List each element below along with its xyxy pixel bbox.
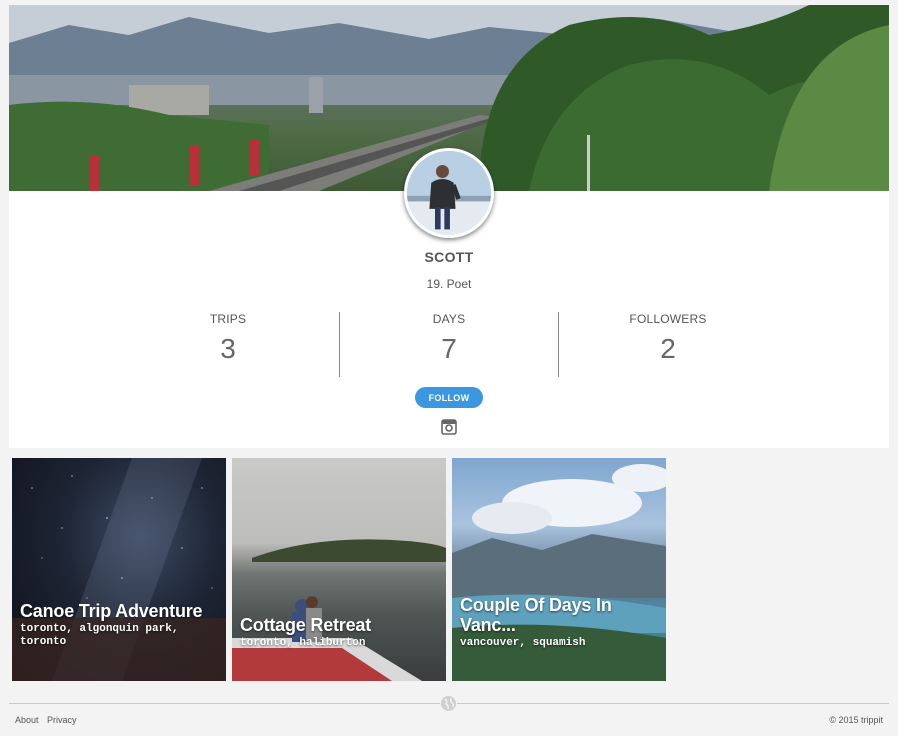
trip-card[interactable]: Couple Of Days In Vanc... vancouver, squ…: [452, 458, 666, 681]
stat-trips[interactable]: TRIPS 3: [119, 312, 337, 378]
profile-bio: 19. Poet: [426, 277, 472, 291]
trip-title: Cottage Retreat: [240, 615, 372, 635]
stat-followers-label: FOLLOWERS: [629, 312, 707, 326]
stat-days-value: 7: [441, 333, 457, 364]
profile-name: SCOTT: [424, 249, 474, 265]
trip-title: Canoe Trip Adventure: [20, 601, 203, 621]
trip-location: vancouver, squamish: [460, 637, 586, 649]
trip-card[interactable]: Canoe Trip Adventure toronto, algonquin …: [12, 458, 226, 681]
stat-trips-label: TRIPS: [209, 312, 247, 326]
instagram-icon[interactable]: [441, 419, 457, 435]
avatar[interactable]: [404, 148, 494, 238]
globe-icon: [440, 695, 457, 712]
trip-title: Couple Of Days In Vanc...: [460, 595, 612, 635]
footer-link-privacy[interactable]: Privacy: [47, 715, 77, 725]
stat-days-label: DAYS: [432, 312, 466, 326]
stat-followers-value: 2: [660, 333, 676, 364]
stat-trips-value: 3: [220, 333, 236, 364]
trip-location: toronto, haliburton: [240, 637, 366, 649]
copyright-text: © 2015 trippit: [829, 715, 883, 725]
follow-button[interactable]: FOLLOW: [415, 387, 483, 408]
trip-card[interactable]: Cottage Retreat toronto, haliburton: [232, 458, 446, 681]
stat-days[interactable]: DAYS 7: [340, 312, 558, 378]
stat-followers[interactable]: FOLLOWERS 2: [559, 312, 777, 378]
footer-link-about[interactable]: About: [15, 715, 39, 725]
trip-location: toronto, algonquin park, toronto: [20, 623, 179, 648]
